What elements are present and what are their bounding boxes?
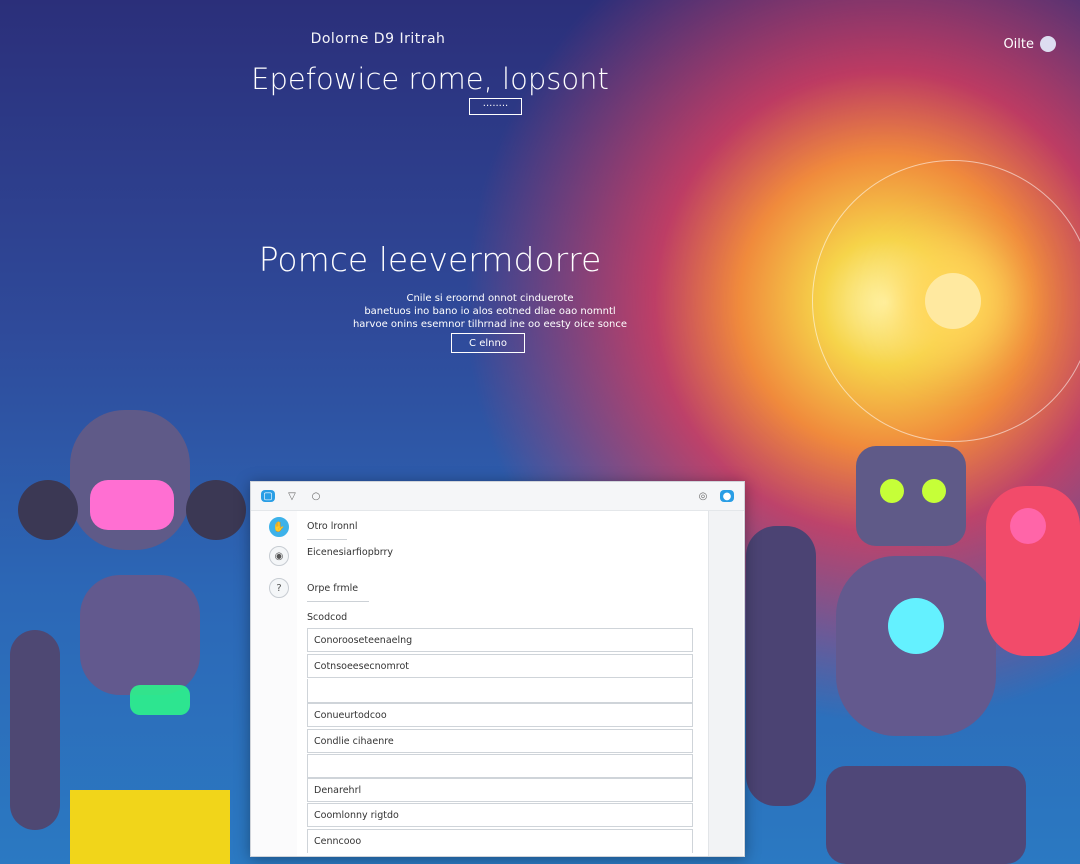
top-right-label[interactable]: Oilte (1003, 37, 1034, 52)
panel-toolbar: ▢ ▽ ○ ◎ ● (251, 482, 744, 511)
list-row-8[interactable]: Coomlonny rigtdo (307, 803, 693, 827)
pin-icon[interactable]: ○ (309, 489, 323, 503)
field-underline-3 (307, 601, 369, 602)
list-row-9[interactable]: Cenncooo (307, 829, 693, 853)
field-label-4: Scodcod (307, 612, 348, 623)
top-right-controls: Oilte (1003, 36, 1056, 52)
section-blurb: Cnile si eroornd onnot cinduerote banetu… (352, 293, 628, 330)
panel-scrollbar[interactable] (708, 511, 743, 856)
list-row-7[interactable]: Denarehrl (307, 778, 693, 802)
hero-button[interactable]: ········ (469, 98, 522, 115)
list-row-4[interactable]: Conueurtodcoo (307, 703, 693, 727)
hero-title: Epefowice rome, lopsont (251, 62, 609, 96)
app-panel: ▢ ▽ ○ ◎ ● ✋ ◉ ? Otro lronnl Eicenesiarfi… (250, 481, 745, 857)
robot-left-illustration (10, 410, 246, 864)
panel-content: Otro lronnl Eicenesiarfiopbrry Orpe frml… (297, 511, 743, 856)
list-row-2[interactable]: Cotnsoeesecnomrot (307, 654, 693, 678)
list-row-1[interactable]: Conorooseteenaelng (307, 628, 693, 652)
robot-right-illustration (746, 446, 1080, 864)
field-label-2: Eicenesiarfiopbrry (307, 547, 394, 558)
rail-home-icon[interactable]: ✋ (269, 517, 289, 537)
list-row-5[interactable]: Condlie cihaenre (307, 729, 693, 753)
rail-help-icon[interactable]: ? (269, 578, 289, 598)
settings-icon[interactable]: ◎ (696, 489, 710, 503)
panel-rail: ✋ ◉ ? (251, 511, 297, 856)
field-label-1: Otro lronnl (307, 521, 358, 532)
section-button[interactable]: C elnno (451, 333, 525, 353)
chat-icon[interactable]: ● (720, 490, 734, 502)
hero-kicker: Dolorne D9 Iritrah (310, 31, 446, 47)
app-icon[interactable]: ▢ (261, 490, 275, 502)
field-underline-1 (307, 539, 347, 540)
filter-icon[interactable]: ▽ (285, 489, 299, 503)
list-row-3[interactable] (307, 679, 693, 703)
field-label-3: Orpe frmle (307, 583, 359, 594)
rail-settings-icon[interactable]: ◉ (269, 546, 289, 566)
profile-icon[interactable] (1040, 36, 1056, 52)
sun-burst-graphic (812, 160, 1080, 442)
list-row-6[interactable] (307, 754, 693, 778)
